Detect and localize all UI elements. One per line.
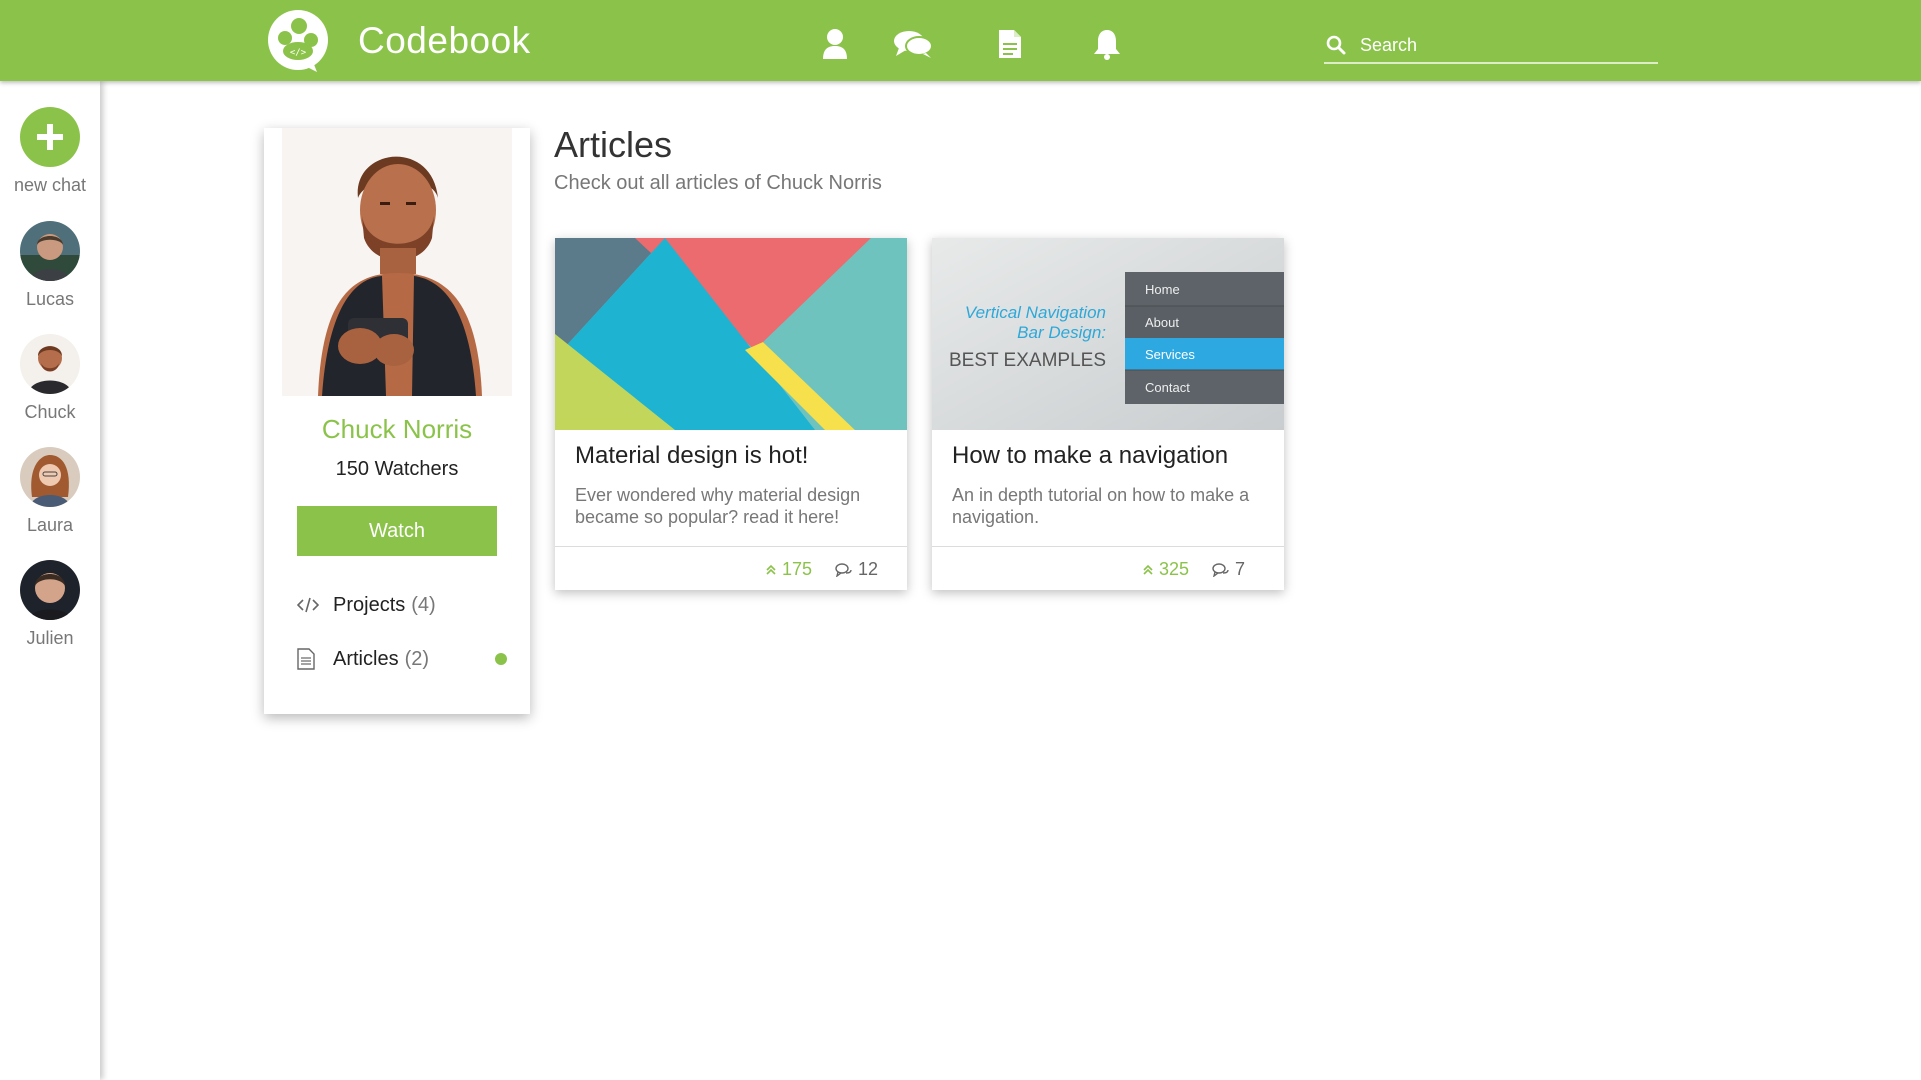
avatar bbox=[20, 447, 80, 507]
double-chevron-up-icon bbox=[1143, 564, 1153, 575]
article-title: How to make a navigation bbox=[952, 442, 1229, 469]
avatar bbox=[20, 221, 80, 281]
comments-icon bbox=[1212, 562, 1229, 577]
avatar bbox=[20, 560, 80, 620]
article-image-navigation: Vertical Navigation Bar Design: BEST EXA… bbox=[932, 238, 1284, 430]
messages-nav-chat-icon[interactable] bbox=[893, 27, 933, 61]
search-icon bbox=[1326, 35, 1346, 55]
page-title: Articles bbox=[554, 124, 673, 165]
comment-count: 7 bbox=[1235, 559, 1246, 579]
image-text-line2: Bar Design: bbox=[1017, 323, 1106, 342]
contact-name: Lucas bbox=[25, 289, 75, 309]
watchers-count: 150 Watchers bbox=[335, 458, 459, 480]
active-indicator-dot bbox=[495, 653, 507, 665]
articles-link[interactable]: Articles (2) bbox=[297, 644, 507, 674]
profile-name: Chuck Norris bbox=[321, 414, 473, 444]
top-bar: </> Codebook bbox=[0, 0, 1921, 81]
plus-icon bbox=[20, 107, 80, 167]
document-icon bbox=[297, 648, 319, 670]
image-menu-services: Services bbox=[1145, 347, 1195, 362]
upvote-count: 325 bbox=[1159, 559, 1190, 579]
image-text-line1: Vertical Navigation bbox=[965, 303, 1106, 322]
sidebar-contact-lucas[interactable]: Lucas bbox=[0, 221, 100, 310]
projects-label: Projects bbox=[333, 593, 406, 616]
double-chevron-up-icon bbox=[766, 564, 776, 575]
comments-stat[interactable]: 12 bbox=[835, 559, 878, 580]
svg-text:</>: </> bbox=[290, 48, 307, 58]
sidebar-contact-laura[interactable]: Laura bbox=[0, 447, 100, 536]
search-input[interactable] bbox=[1358, 33, 1638, 57]
article-description: Ever wondered why material design became… bbox=[575, 485, 861, 527]
sidebar-contact-julien[interactable]: Julien bbox=[0, 560, 100, 649]
profile-nav-user-icon[interactable] bbox=[815, 27, 855, 61]
profile-card: Chuck Norris 150 Watchers Watch Projects… bbox=[264, 128, 530, 714]
image-menu-home: Home bbox=[1145, 282, 1180, 297]
articles-count: (2) bbox=[404, 647, 430, 670]
image-menu-contact: Contact bbox=[1145, 380, 1190, 395]
profile-photo bbox=[282, 128, 512, 396]
projects-count: (4) bbox=[411, 593, 436, 616]
page-subtitle: Check out all articles of Chuck Norris bbox=[554, 172, 882, 194]
article-card[interactable]: Material design is hot! Ever wondered wh… bbox=[555, 238, 907, 590]
search-bar bbox=[1324, 28, 1658, 64]
contact-name: Julien bbox=[26, 628, 74, 648]
articles-label: Articles bbox=[333, 647, 399, 670]
image-text-line3: BEST EXAMPLES bbox=[949, 350, 1106, 371]
upvote-stat[interactable]: 325 bbox=[1142, 559, 1189, 580]
notifications-nav-bell-icon[interactable] bbox=[1087, 27, 1127, 61]
upvote-count: 175 bbox=[782, 559, 813, 579]
watch-button[interactable]: Watch bbox=[297, 506, 497, 556]
articles-nav-document-icon[interactable] bbox=[990, 27, 1030, 61]
comment-count: 12 bbox=[858, 559, 879, 579]
new-chat-button[interactable]: new chat bbox=[0, 107, 100, 196]
comments-stat[interactable]: 7 bbox=[1212, 559, 1245, 580]
avatar bbox=[20, 334, 80, 394]
new-chat-label: new chat bbox=[13, 175, 87, 195]
article-footer: 325 7 bbox=[932, 546, 1284, 590]
comments-icon bbox=[835, 562, 852, 577]
projects-link[interactable]: Projects (4) bbox=[297, 590, 507, 620]
article-image-material bbox=[555, 238, 907, 430]
codebook-logo-icon[interactable]: </> bbox=[265, 8, 331, 74]
contact-name: Chuck bbox=[24, 402, 76, 422]
article-footer: 175 12 bbox=[555, 546, 907, 590]
code-icon bbox=[297, 597, 319, 613]
chat-sidebar: new chat Lucas Chuck Laura Julien bbox=[0, 81, 100, 1080]
contact-name: Laura bbox=[26, 515, 74, 535]
image-menu-about: About bbox=[1145, 315, 1179, 330]
upvote-stat[interactable]: 175 bbox=[765, 559, 812, 580]
sidebar-contact-chuck[interactable]: Chuck bbox=[0, 334, 100, 423]
article-description: An in depth tutorial on how to make a na… bbox=[952, 485, 1250, 527]
app-title: Codebook bbox=[358, 20, 531, 61]
article-card[interactable]: Vertical Navigation Bar Design: BEST EXA… bbox=[932, 238, 1284, 590]
article-title: Material design is hot! bbox=[575, 442, 809, 469]
